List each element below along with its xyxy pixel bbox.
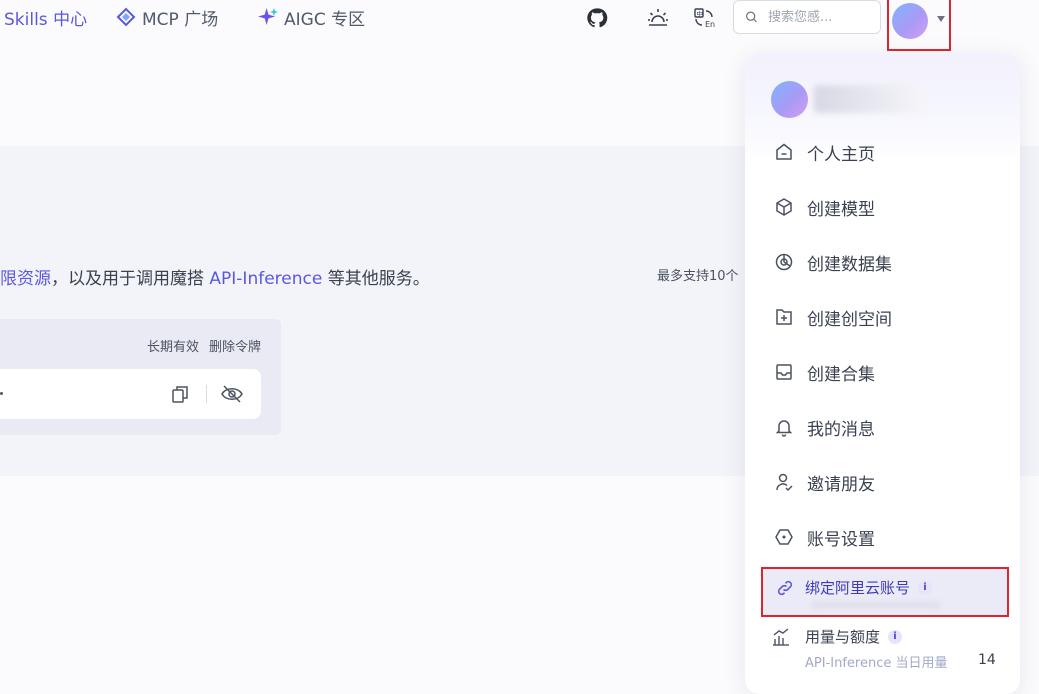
menu-item-create-collection[interactable]: 创建合集 bbox=[773, 357, 875, 387]
menu-item-create-dataset[interactable]: 创建数据集 bbox=[773, 247, 892, 277]
menu-item-label: 创建模型 bbox=[807, 199, 875, 220]
avatar bbox=[892, 3, 928, 39]
token-field bbox=[0, 369, 261, 419]
sparkle-icon bbox=[258, 7, 278, 26]
menu-item-create-space[interactable]: 创建创空间 bbox=[773, 302, 892, 332]
mcp-icon bbox=[116, 7, 136, 27]
collection-icon bbox=[776, 364, 792, 380]
menu-item-messages[interactable]: 我的消息 bbox=[773, 412, 875, 442]
menu-item-label: 我的消息 bbox=[807, 419, 875, 440]
desc-resource-link[interactable]: 限资源 bbox=[0, 269, 51, 289]
cube-icon bbox=[776, 198, 792, 216]
nav-mcp[interactable]: MCP 广场 bbox=[116, 5, 219, 30]
bind-subtext-redacted bbox=[811, 601, 941, 609]
desc-text-end: 等其他服务。 bbox=[322, 269, 430, 289]
trend-chart-icon bbox=[773, 627, 789, 646]
token-card: 长期有效 删除令牌 bbox=[0, 319, 281, 435]
eye-hidden-icon[interactable] bbox=[220, 384, 244, 404]
nav-aigc[interactable]: AIGC 专区 bbox=[258, 5, 366, 30]
nav-skills[interactable]: Skills 中心 bbox=[4, 5, 88, 30]
info-icon[interactable]: i bbox=[888, 629, 903, 644]
usage-label: 用量与额度 bbox=[805, 628, 881, 646]
usage-value: 14 bbox=[978, 652, 996, 668]
user-dropdown-menu: 个人主页 创建模型 创建数据集 创建创空间 创建合集 我的消息 邀请朋友 账号设… bbox=[745, 54, 1020, 694]
nav-mcp-label: MCP 广场 bbox=[142, 9, 219, 30]
nav-skills-label: Skills 中心 bbox=[4, 9, 88, 30]
theme-sun-icon[interactable] bbox=[646, 6, 670, 30]
desc-api-link[interactable]: API-Inference bbox=[209, 269, 322, 289]
caret-down-icon bbox=[937, 16, 945, 22]
home-icon bbox=[776, 143, 792, 160]
menu-item-account-settings[interactable]: 账号设置 bbox=[773, 522, 875, 552]
nav-aigc-label: AIGC 专区 bbox=[284, 9, 366, 30]
copy-icon[interactable] bbox=[170, 384, 190, 404]
avatar bbox=[771, 80, 808, 118]
divider bbox=[206, 385, 207, 403]
info-icon[interactable]: i bbox=[918, 580, 933, 595]
top-nav: Skills 中心 MCP 广场 AIGC 专区 中 En bbox=[0, 0, 1039, 51]
search-box[interactable] bbox=[733, 0, 881, 34]
search-icon bbox=[746, 11, 757, 23]
masked-token bbox=[0, 392, 3, 395]
user-profile-row[interactable] bbox=[771, 80, 924, 118]
token-meta: 长期有效 删除令牌 bbox=[147, 336, 261, 355]
token-validity: 长期有效 bbox=[146, 340, 199, 355]
space-add-icon bbox=[776, 309, 792, 325]
github-icon[interactable] bbox=[585, 6, 609, 30]
menu-item-profile[interactable]: 个人主页 bbox=[773, 137, 875, 167]
max-token-note: 最多支持10个 bbox=[657, 269, 739, 284]
svg-text:中: 中 bbox=[697, 9, 704, 18]
language-switch-icon[interactable]: 中 En bbox=[692, 6, 716, 30]
delete-token-link[interactable]: 删除令牌 bbox=[209, 336, 261, 355]
token-description: 限资源，以及用于调用魔搭 API-Inference 等其他服务。 bbox=[0, 264, 430, 289]
invite-user-icon bbox=[776, 473, 793, 492]
usage-subtitle: API-Inference 当日用量 bbox=[805, 656, 948, 671]
menu-item-label: 创建合集 bbox=[807, 364, 875, 385]
menu-item-label: 账号设置 bbox=[807, 529, 875, 550]
link-icon bbox=[777, 580, 793, 595]
desc-text: ，以及用于调用魔搭 bbox=[51, 269, 210, 289]
menu-item-label: 创建数据集 bbox=[807, 254, 892, 275]
menu-item-label: 邀请朋友 bbox=[807, 474, 875, 495]
bell-icon bbox=[775, 420, 793, 437]
menu-item-create-model[interactable]: 创建模型 bbox=[773, 192, 875, 222]
menu-item-label: 创建创空间 bbox=[807, 309, 892, 330]
svg-text:En: En bbox=[705, 20, 715, 29]
menu-item-bind-aliyun[interactable]: 绑定阿里云账号 i bbox=[761, 567, 1009, 617]
username-redacted bbox=[814, 85, 924, 113]
menu-item-usage[interactable]: 用量与额度 i API-Inference 当日用量 14 bbox=[771, 626, 1001, 671]
user-menu-toggle[interactable] bbox=[887, 0, 951, 51]
bind-aliyun-label: 绑定阿里云账号 bbox=[805, 579, 911, 597]
settings-hex-icon bbox=[775, 529, 793, 545]
search-input[interactable] bbox=[766, 8, 880, 26]
menu-item-invite[interactable]: 邀请朋友 bbox=[773, 467, 875, 497]
menu-item-label: 个人主页 bbox=[807, 144, 875, 165]
pie-chart-icon bbox=[775, 253, 793, 271]
